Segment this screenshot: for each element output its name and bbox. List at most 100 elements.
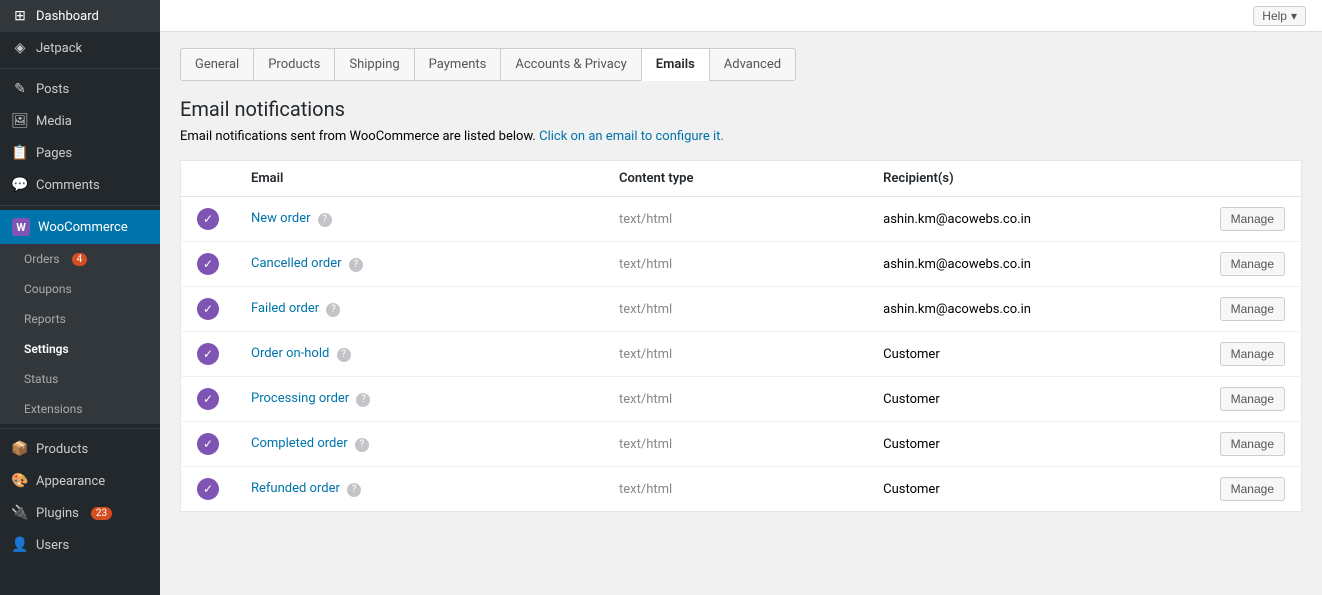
email-name-link[interactable]: Order on-hold [251,346,329,361]
sidebar-item-label: Pages [36,146,72,161]
sidebar-item-products[interactable]: 📦 Products [0,433,160,465]
help-tooltip-icon[interactable]: ? [326,303,340,317]
manage-button[interactable]: Manage [1220,207,1285,231]
sidebar-item-label: Comments [36,178,100,193]
topbar: Help ▾ [160,0,1322,32]
sidebar-item-coupons[interactable]: Coupons [0,274,160,304]
help-tooltip-icon[interactable]: ? [318,213,332,227]
manage-button[interactable]: Manage [1220,342,1285,366]
sidebar-item-woocommerce[interactable]: W WooCommerce [0,210,160,244]
manage-button[interactable]: Manage [1220,387,1285,411]
email-name-cell: Completed order ? [235,422,603,467]
email-content-type-cell: text/html [603,197,867,242]
sidebar-item-jetpack[interactable]: ◈ Jetpack [0,32,160,64]
email-name-link[interactable]: Refunded order [251,481,340,496]
sidebar-item-orders[interactable]: Orders 4 [0,244,160,274]
status-label: Status [24,372,58,386]
reports-label: Reports [24,312,66,326]
sidebar-item-pages[interactable]: 📋 Pages [0,137,160,169]
email-content-type-cell: text/html [603,422,867,467]
sidebar-item-dashboard[interactable]: ⊞ Dashboard [0,0,160,32]
sidebar-item-media[interactable]: 🖼 Media [0,105,160,137]
table-row: ✓ Order on-hold ? text/html Customer Man… [181,332,1302,377]
sidebar-item-label: Appearance [36,474,105,489]
main-area: Help ▾ General Products Shipping Payment… [160,0,1322,595]
email-recipient-cell: ashin.km@acowebs.co.in [867,287,1190,332]
manage-button[interactable]: Manage [1220,252,1285,276]
sidebar: ⊞ Dashboard ◈ Jetpack ✎ Posts 🖼 Media 📋 … [0,0,160,595]
sidebar-item-label: Jetpack [36,41,82,56]
help-tooltip-icon[interactable]: ? [337,348,351,362]
tab-advanced[interactable]: Advanced [709,48,796,81]
enabled-check-icon: ✓ [197,343,219,365]
email-status-cell: ✓ [181,422,236,467]
tab-shipping[interactable]: Shipping [334,48,413,81]
sidebar-item-settings[interactable]: Settings [0,334,160,364]
dashboard-icon: ⊞ [12,8,28,24]
help-tooltip-icon[interactable]: ? [356,393,370,407]
email-name-link[interactable]: Completed order [251,436,348,451]
content-type-value: text/html [619,392,672,407]
email-content-type-cell: text/html [603,377,867,422]
tab-emails[interactable]: Emails [641,48,709,81]
email-name-link[interactable]: Cancelled order [251,256,342,271]
help-button[interactable]: Help ▾ [1253,6,1306,26]
sidebar-item-plugins[interactable]: 🔌 Plugins 23 [0,497,160,529]
content-area: General Products Shipping Payments Accou… [160,32,1322,595]
sidebar-item-posts[interactable]: ✎ Posts [0,73,160,105]
email-name-link[interactable]: Processing order [251,391,349,406]
tab-payments[interactable]: Payments [414,48,501,81]
help-tooltip-icon[interactable]: ? [355,438,369,452]
email-action-cell: Manage [1191,332,1302,377]
manage-button[interactable]: Manage [1220,432,1285,456]
pages-icon: 📋 [12,145,28,161]
email-recipient-cell: Customer [867,332,1190,377]
sidebar-item-status[interactable]: Status [0,364,160,394]
email-action-cell: Manage [1191,197,1302,242]
sidebar-item-comments[interactable]: 💬 Comments [0,169,160,201]
plugins-icon: 🔌 [12,505,28,521]
coupons-label: Coupons [24,282,72,296]
email-recipient-cell: ashin.km@acowebs.co.in [867,197,1190,242]
tab-general[interactable]: General [180,48,253,81]
th-recipients: Recipient(s) [867,161,1190,197]
email-name-link[interactable]: New order [251,211,311,226]
products-icon: 📦 [12,441,28,457]
email-recipient-cell: Customer [867,422,1190,467]
email-name-cell: Refunded order ? [235,467,603,512]
sidebar-divider [0,68,160,69]
email-name-cell: New order ? [235,197,603,242]
email-status-cell: ✓ [181,242,236,287]
enabled-check-icon: ✓ [197,298,219,320]
email-content-type-cell: text/html [603,287,867,332]
recipient-value: Customer [883,482,940,497]
tab-accounts-privacy[interactable]: Accounts & Privacy [500,48,640,81]
recipient-value: ashin.km@acowebs.co.in [883,257,1031,272]
page-description: Email notifications sent from WooCommerc… [180,129,1302,144]
email-name-cell: Order on-hold ? [235,332,603,377]
manage-button[interactable]: Manage [1220,477,1285,501]
help-tooltip-icon[interactable]: ? [349,258,363,272]
appearance-icon: 🎨 [12,473,28,489]
email-name-link[interactable]: Failed order [251,301,319,316]
tab-products[interactable]: Products [253,48,334,81]
email-action-cell: Manage [1191,377,1302,422]
email-status-cell: ✓ [181,467,236,512]
sidebar-item-appearance[interactable]: 🎨 Appearance [0,465,160,497]
recipient-value: Customer [883,437,940,452]
sidebar-item-label: Users [36,538,69,553]
manage-button[interactable]: Manage [1220,297,1285,321]
sidebar-item-users[interactable]: 👤 Users [0,529,160,561]
email-status-cell: ✓ [181,197,236,242]
help-tooltip-icon[interactable]: ? [347,483,361,497]
sidebar-item-extensions[interactable]: Extensions [0,394,160,424]
email-recipient-cell: ashin.km@acowebs.co.in [867,242,1190,287]
description-link[interactable]: Click on an email to configure it. [539,129,724,144]
comments-icon: 💬 [12,177,28,193]
recipient-value: ashin.km@acowebs.co.in [883,302,1031,317]
email-recipient-cell: Customer [867,467,1190,512]
settings-tabs: General Products Shipping Payments Accou… [180,48,1302,81]
sidebar-item-reports[interactable]: Reports [0,304,160,334]
content-type-value: text/html [619,257,672,272]
recipient-value: Customer [883,347,940,362]
